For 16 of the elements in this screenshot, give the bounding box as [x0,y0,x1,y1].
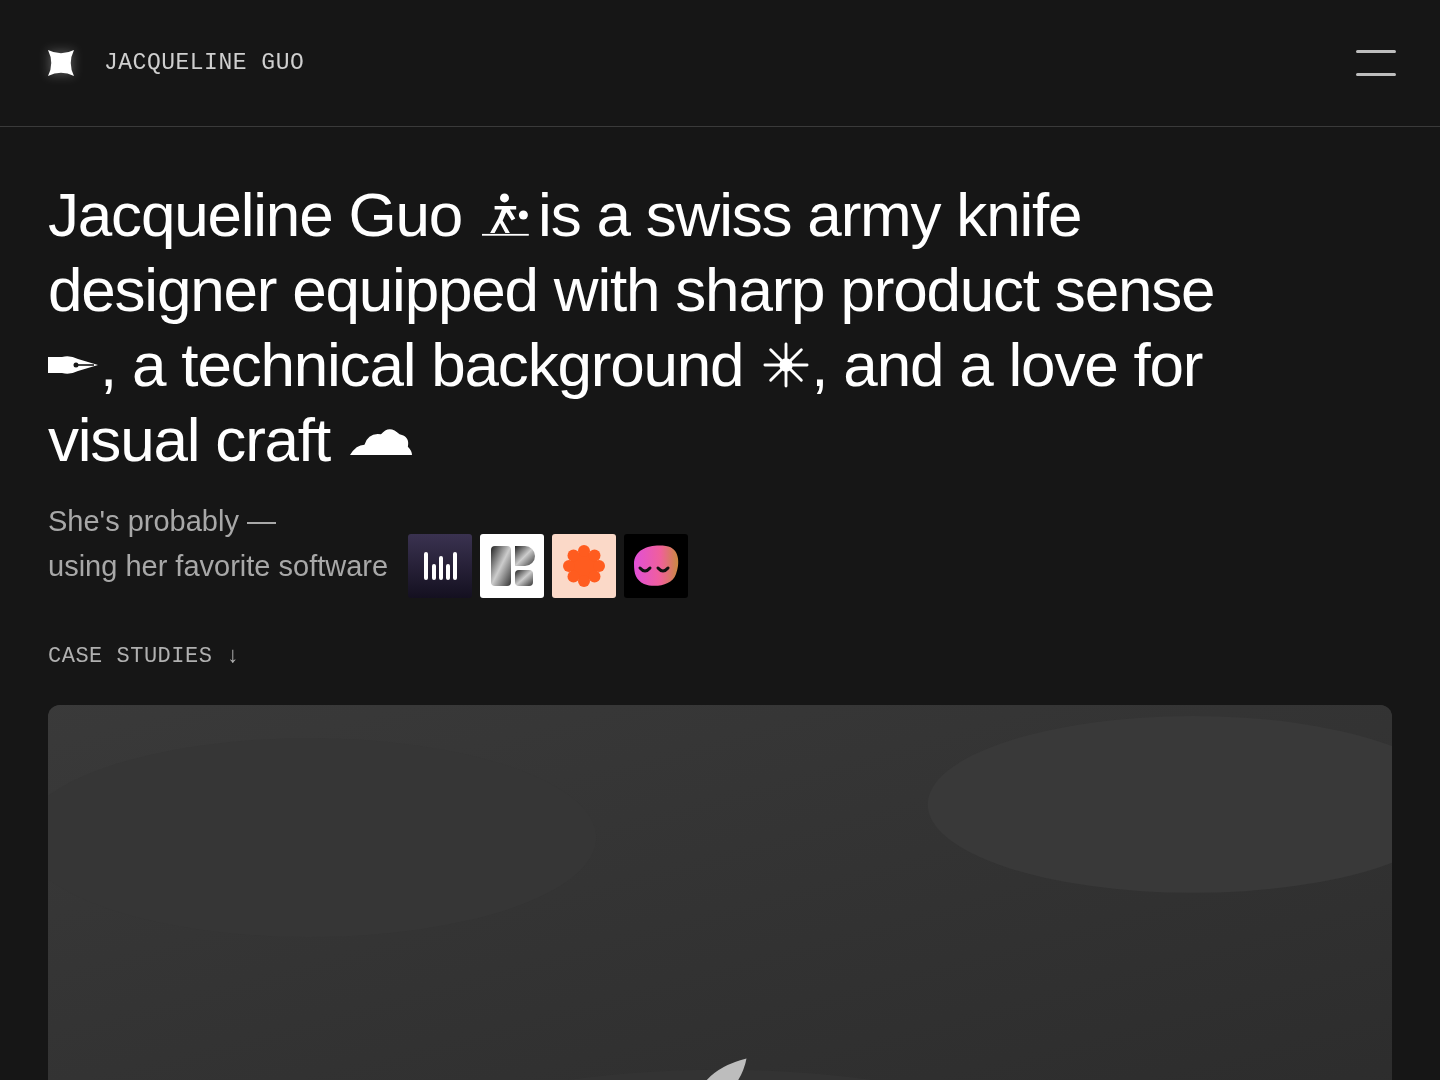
headline-text: Jacqueline Guo [48,179,463,251]
site-name[interactable]: JACQUELINE GUO [104,50,305,76]
sleepy-face-app-icon[interactable] [624,534,689,598]
headline-text: is a swiss army knife [538,179,1082,251]
subtitle-text: She's probably — [48,505,276,537]
menu-icon[interactable] [1356,50,1396,76]
headline-text: , and a love for [811,329,1203,401]
sparkle-logo-icon[interactable] [48,50,74,76]
headline-text: designer equipped with sharp product sense [48,254,1215,326]
headline-text: , a technical background [100,329,744,401]
chrome-letters-app-icon[interactable] [480,534,545,598]
subtitle-text: using her favorite software [48,549,389,583]
case-studies-link[interactable]: CASE STUDIES ↓ [48,644,240,669]
asterisk-star-icon [763,341,810,388]
headline-text: visual craft [48,404,330,476]
bars-app-icon[interactable] [408,534,473,598]
